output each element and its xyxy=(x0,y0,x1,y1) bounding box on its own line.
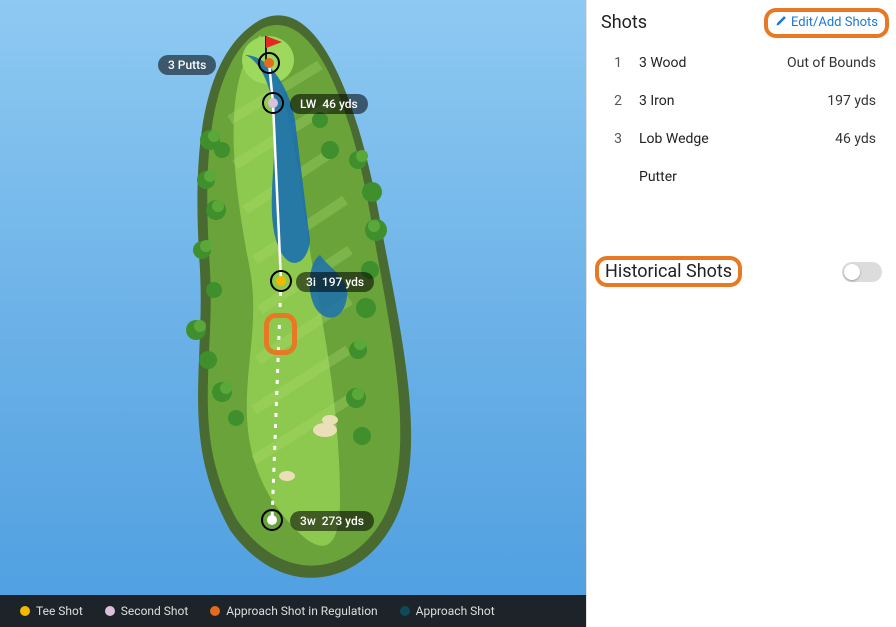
label-3i: 3i 197 yds xyxy=(296,272,374,292)
table-row: 23 Iron197 yds xyxy=(603,83,880,119)
shot-number: 3 xyxy=(603,121,633,157)
legend-second: Second Shot xyxy=(105,604,189,618)
edit-add-shots-link[interactable]: Edit/Add Shots xyxy=(771,13,882,33)
marker-3i[interactable] xyxy=(270,270,292,292)
table-row: 13 WoodOut of Bounds xyxy=(603,45,880,81)
legend-approach-reg-label: Approach Shot in Regulation xyxy=(226,604,377,618)
historical-shots-title: Historical Shots xyxy=(601,259,736,284)
hole-svg xyxy=(0,0,586,627)
label-3w: 3w 273 yds xyxy=(290,511,374,531)
pencil-icon xyxy=(775,15,787,31)
second-dot-icon xyxy=(105,606,115,616)
historical-wrap: Historical Shots xyxy=(601,261,736,282)
label-lw-dist: 46 yds xyxy=(322,97,357,111)
marker-3w[interactable] xyxy=(261,509,283,531)
table-row: Putter xyxy=(603,159,880,195)
shot-value: 197 yds xyxy=(745,83,880,119)
legend-approach-label: Approach Shot xyxy=(416,604,495,618)
approach-dot-icon xyxy=(400,606,410,616)
legend-bar: Tee Shot Second Shot Approach Shot in Re… xyxy=(0,595,586,627)
shot-club: Putter xyxy=(635,159,743,195)
shots-title: Shots xyxy=(601,12,647,33)
table-row: 3Lob Wedge46 yds xyxy=(603,121,880,157)
shot-number: 2 xyxy=(603,83,633,119)
historical-toggle[interactable] xyxy=(842,262,882,282)
shot-value xyxy=(745,159,880,195)
shot-number: 1 xyxy=(603,45,633,81)
shots-table: 13 WoodOut of Bounds23 Iron197 yds3Lob W… xyxy=(601,43,882,197)
legend-second-label: Second Shot xyxy=(121,604,189,618)
hole-map-panel: 3 Putts LW 46 yds 3i 197 yds 3w 273 yds … xyxy=(0,0,586,627)
label-3i-club: 3i xyxy=(306,275,316,289)
marker-putts[interactable] xyxy=(258,52,280,74)
label-3w-dist: 273 yds xyxy=(322,514,364,528)
shot-number xyxy=(603,159,633,195)
historical-row: Historical Shots xyxy=(601,261,882,282)
label-lw-club: LW xyxy=(300,97,316,111)
shot-value: 46 yds xyxy=(745,121,880,157)
legend-tee: Tee Shot xyxy=(20,604,83,618)
label-putts-text: 3 Putts xyxy=(168,58,206,72)
edit-add-label: Edit/Add Shots xyxy=(791,15,878,30)
label-lw: LW 46 yds xyxy=(290,94,368,114)
legend-approach-reg: Approach Shot in Regulation xyxy=(210,604,377,618)
approach-reg-dot-icon xyxy=(210,606,220,616)
legend-approach: Approach Shot xyxy=(400,604,495,618)
legend-tee-label: Tee Shot xyxy=(36,604,83,618)
shot-club: Lob Wedge xyxy=(635,121,743,157)
marker-lw[interactable] xyxy=(262,92,284,114)
label-3w-club: 3w xyxy=(300,514,316,528)
shot-club: 3 Iron xyxy=(635,83,743,119)
tee-dot-icon xyxy=(20,606,30,616)
edit-add-wrap: Edit/Add Shots xyxy=(771,13,882,33)
label-putts: 3 Putts xyxy=(158,55,216,75)
label-3i-dist: 197 yds xyxy=(322,275,364,289)
shot-club: 3 Wood xyxy=(635,45,743,81)
side-panel: Shots Edit/Add Shots 13 WoodOut of Bound… xyxy=(586,0,896,627)
shot-value: Out of Bounds xyxy=(745,45,880,81)
shots-header: Shots Edit/Add Shots xyxy=(601,12,882,33)
